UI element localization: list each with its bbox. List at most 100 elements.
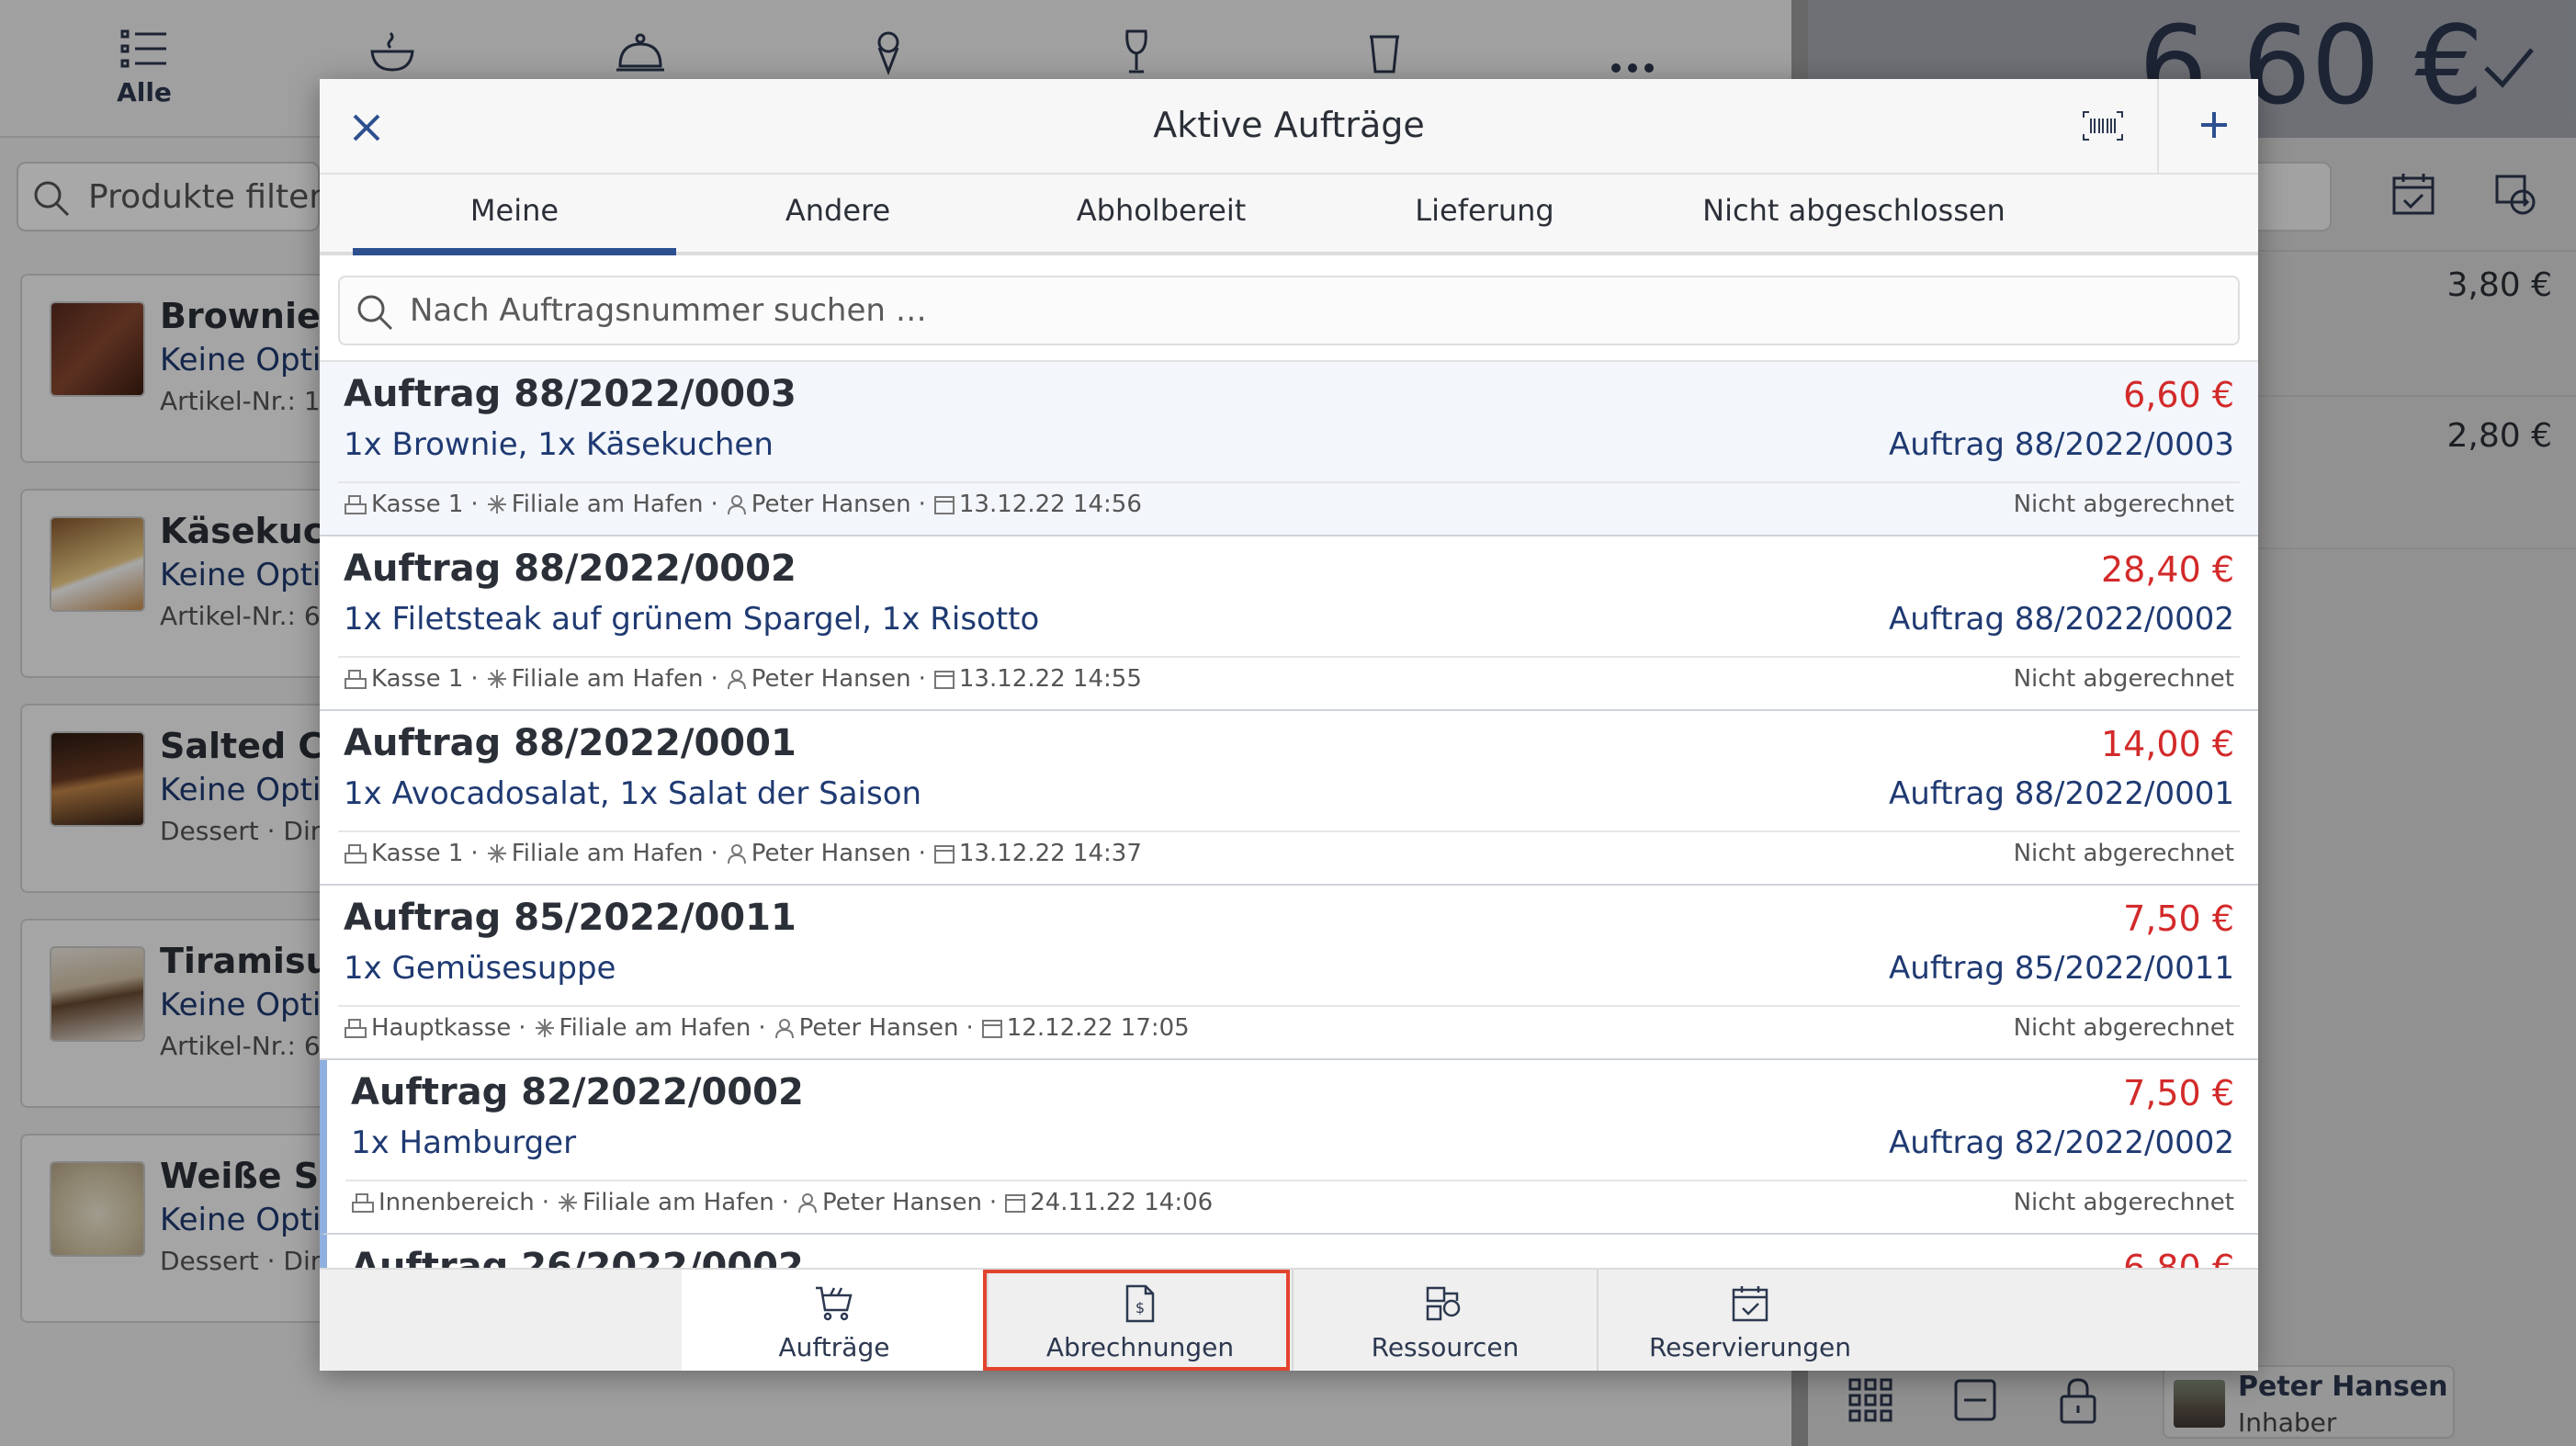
abrechnungen-highlight-box bbox=[983, 1270, 1290, 1371]
cart-icon bbox=[816, 1286, 853, 1321]
order-meta: Innenbereich · Filiale am Hafen · Peter Ha… bbox=[351, 1189, 1213, 1216]
order-user: Peter Hansen bbox=[751, 665, 911, 693]
register-icon bbox=[345, 1019, 367, 1038]
tab-andere[interactable]: Andere bbox=[676, 193, 1000, 228]
order-meta: Kasse 1 · Filiale am Hafen · Peter Hansen ·… bbox=[344, 491, 1142, 518]
order-divider bbox=[338, 481, 2240, 483]
order-branch: Filiale am Hafen bbox=[511, 491, 704, 518]
modal-title: Aktive Aufträge bbox=[1153, 105, 1425, 145]
order-user: Peter Hansen bbox=[798, 1014, 959, 1042]
order-status: Nicht abgerechnet bbox=[2013, 1189, 2234, 1216]
user-icon bbox=[774, 1019, 794, 1039]
modal-header: Aktive Aufträge bbox=[320, 79, 2258, 175]
order-register: Kasse 1 bbox=[371, 665, 464, 693]
resources-icon bbox=[1426, 1286, 1461, 1321]
order-branch: Filiale am Hafen bbox=[511, 665, 704, 693]
order-row[interactable]: Auftrag 82/2022/0002 1x Hamburger 7,50 €… bbox=[320, 1060, 2258, 1235]
order-reference: Auftrag 88/2022/0002 bbox=[1889, 601, 2234, 638]
order-title: Auftrag 85/2022/0011 bbox=[344, 897, 797, 939]
order-amount: 6,60 € bbox=[2123, 375, 2234, 415]
user-icon bbox=[727, 495, 746, 515]
branch-icon bbox=[535, 1019, 554, 1037]
order-meta: Kasse 1 · Filiale am Hafen · Peter Hansen ·… bbox=[344, 840, 1142, 867]
order-register: Hauptkasse bbox=[371, 1014, 512, 1042]
order-row[interactable]: Auftrag 85/2022/0011 1x Gemüsesuppe 7,50… bbox=[320, 886, 2258, 1060]
user-icon bbox=[727, 844, 746, 864]
order-row[interactable]: Auftrag 88/2022/0002 1x Filetsteak auf g… bbox=[320, 537, 2258, 711]
order-amount: 14,00 € bbox=[2100, 724, 2234, 764]
branch-icon bbox=[487, 844, 506, 863]
order-amount: 7,50 € bbox=[2123, 1073, 2234, 1113]
order-title: Auftrag 82/2022/0002 bbox=[351, 1071, 804, 1113]
calendar-icon bbox=[933, 671, 955, 689]
order-title: Auftrag 88/2022/0001 bbox=[344, 722, 797, 764]
order-user: Peter Hansen bbox=[822, 1189, 982, 1216]
order-tabs: Meine Andere Abholbereit Lieferung Nicht… bbox=[320, 175, 2258, 255]
order-status: Nicht abgerechnet bbox=[2013, 665, 2234, 693]
order-status: Nicht abgerechnet bbox=[2013, 1014, 2234, 1042]
calendar-icon bbox=[933, 845, 955, 864]
calendar-icon bbox=[981, 1020, 1002, 1038]
order-reference: Auftrag 82/2022/0002 bbox=[1889, 1124, 2234, 1161]
search-icon bbox=[357, 295, 393, 331]
order-divider bbox=[338, 830, 2240, 832]
order-row[interactable]: Auftrag 88/2022/0003 1x Brownie, 1x Käse… bbox=[320, 362, 2258, 537]
order-date: 24.11.22 14:06 bbox=[1030, 1189, 1214, 1216]
branch-icon bbox=[487, 495, 506, 514]
nav-label: Ressourcen bbox=[1371, 1332, 1520, 1362]
order-divider bbox=[345, 1180, 2247, 1181]
order-items: 1x Brownie, 1x Käsekuchen bbox=[344, 426, 774, 463]
order-title: Auftrag 88/2022/0002 bbox=[344, 548, 797, 590]
order-row[interactable]: Auftrag 88/2022/0001 1x Avocadosalat, 1x… bbox=[320, 711, 2258, 886]
user-icon bbox=[798, 1193, 818, 1214]
barcode-scan-icon[interactable] bbox=[2082, 110, 2124, 141]
order-register: Kasse 1 bbox=[371, 840, 464, 867]
order-register: Innenbereich bbox=[378, 1189, 535, 1216]
order-reference: Auftrag 88/2022/0003 bbox=[1889, 426, 2234, 463]
register-icon bbox=[352, 1193, 374, 1213]
order-amount: 7,50 € bbox=[2123, 898, 2234, 939]
order-search-input[interactable] bbox=[410, 283, 2210, 338]
order-date: 13.12.22 14:37 bbox=[958, 840, 1142, 867]
tab-lieferung[interactable]: Lieferung bbox=[1323, 193, 1646, 228]
user-icon bbox=[727, 670, 746, 690]
order-date: 13.12.22 14:55 bbox=[958, 665, 1142, 693]
order-branch: Filiale am Hafen bbox=[582, 1189, 774, 1216]
branch-icon bbox=[558, 1193, 577, 1212]
order-register: Kasse 1 bbox=[371, 491, 464, 518]
calendar-check-icon bbox=[1732, 1286, 1768, 1322]
order-branch: Filiale am Hafen bbox=[559, 1014, 751, 1042]
tab-meine[interactable]: Meine bbox=[353, 193, 676, 228]
tab-abholbereit[interactable]: Abholbereit bbox=[1000, 193, 1323, 228]
nav-label: Reservierungen bbox=[1648, 1332, 1852, 1362]
register-icon bbox=[345, 670, 367, 689]
order-date: 12.12.22 17:05 bbox=[1006, 1014, 1190, 1042]
order-amount: 28,40 € bbox=[2100, 549, 2234, 590]
register-icon bbox=[345, 495, 367, 514]
calendar-icon bbox=[933, 496, 955, 514]
order-items: 1x Gemüsesuppe bbox=[344, 950, 616, 987]
order-reference: Auftrag 88/2022/0001 bbox=[1889, 775, 2234, 812]
order-title: Auftrag 88/2022/0003 bbox=[344, 373, 797, 415]
plus-icon[interactable] bbox=[2194, 105, 2234, 145]
order-status: Nicht abgerechnet bbox=[2013, 840, 2234, 867]
order-user: Peter Hansen bbox=[751, 491, 911, 518]
tab-nicht-abgeschlossen[interactable]: Nicht abgeschlossen bbox=[1646, 193, 2062, 228]
order-list: Auftrag 88/2022/0003 1x Brownie, 1x Käse… bbox=[320, 360, 2258, 1343]
order-reference: Auftrag 85/2022/0011 bbox=[1889, 950, 2234, 987]
nav-ressourcen[interactable]: Ressourcen bbox=[1294, 1270, 1597, 1371]
order-divider bbox=[338, 1005, 2240, 1007]
order-branch: Filiale am Hafen bbox=[511, 840, 704, 867]
order-items: 1x Avocadosalat, 1x Salat der Saison bbox=[344, 775, 922, 812]
nav-auftraege[interactable]: Aufträge bbox=[682, 1270, 987, 1371]
order-items: 1x Hamburger bbox=[351, 1124, 577, 1161]
order-items: 1x Filetsteak auf grünem Spargel, 1x Ris… bbox=[344, 601, 1040, 638]
active-orders-modal: Aktive Aufträge Meine Andere Abholbereit… bbox=[320, 79, 2258, 1371]
order-meta: Hauptkasse · Filiale am Hafen · Peter Hans… bbox=[344, 1014, 1190, 1042]
nav-label: Aufträge bbox=[778, 1332, 890, 1362]
nav-reservierungen[interactable]: Reservierungen bbox=[1599, 1270, 1902, 1371]
order-search bbox=[338, 276, 2240, 345]
calendar-icon bbox=[1005, 1194, 1026, 1213]
order-divider bbox=[338, 656, 2240, 658]
order-meta: Kasse 1 · Filiale am Hafen · Peter Hansen ·… bbox=[344, 665, 1142, 693]
